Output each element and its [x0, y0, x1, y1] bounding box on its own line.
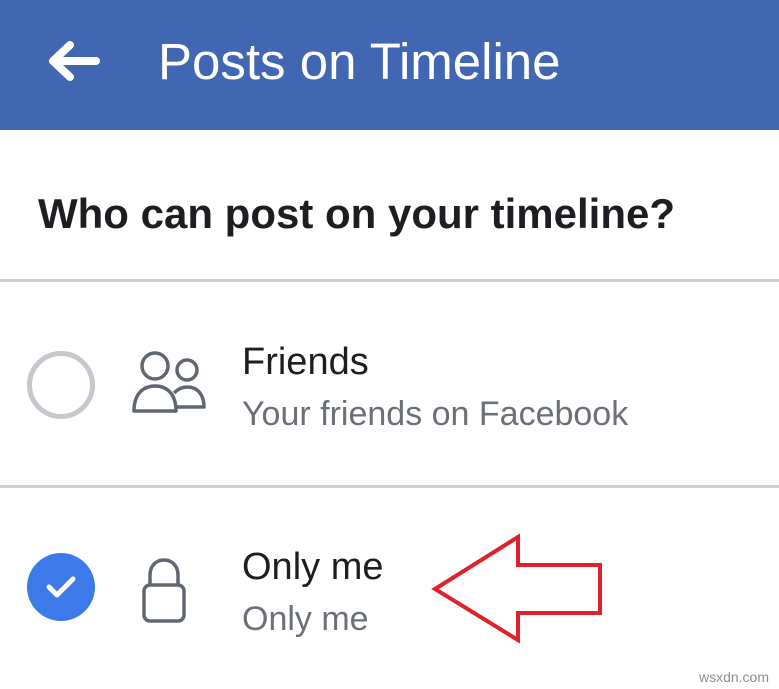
- radio-friends[interactable]: [27, 351, 95, 419]
- radio-only-me-selected[interactable]: [27, 553, 95, 621]
- option-title: Friends: [242, 341, 369, 383]
- checkmark-icon: [46, 576, 76, 598]
- friends-icon: [132, 351, 206, 413]
- option-subtitle: Only me: [242, 600, 369, 638]
- page-title: Posts on Timeline: [158, 33, 561, 90]
- app-bar: Posts on Timeline: [0, 0, 779, 130]
- section-heading: Who can post on your timeline?: [38, 190, 676, 237]
- divider: [0, 279, 779, 282]
- divider: [0, 485, 779, 488]
- arrow-left-icon: [49, 41, 100, 81]
- lock-icon: [142, 558, 186, 623]
- option-friends[interactable]: Friends Your friends on Facebook: [0, 283, 779, 483]
- option-only-me[interactable]: Only me Only me: [0, 489, 779, 689]
- option-subtitle: Your friends on Facebook: [242, 395, 629, 433]
- back-button[interactable]: [30, 24, 114, 98]
- red-arrow-annotation: [431, 533, 602, 644]
- option-title: Only me: [242, 546, 384, 588]
- watermark: wsxdn.com: [698, 669, 769, 685]
